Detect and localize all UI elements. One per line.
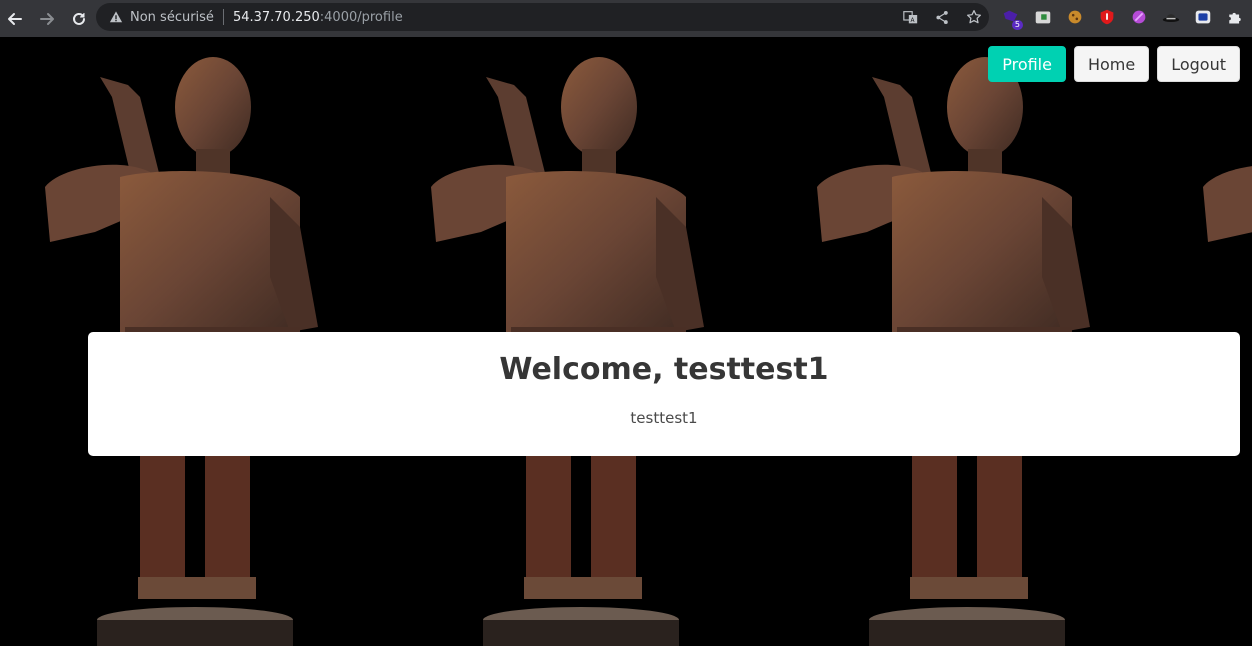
browser-toolbar: Non sécurisé 54.37.70.250:4000/profile A…	[0, 0, 1252, 37]
url-host[interactable]: 54.37.70.250	[233, 10, 320, 25]
cookie-extension-icon[interactable]	[1064, 6, 1086, 28]
welcome-title: Welcome, testtest1	[499, 352, 829, 387]
bookmark-star-icon[interactable]	[965, 8, 983, 26]
profile-button[interactable]: Profile	[988, 46, 1066, 82]
forward-icon[interactable]	[33, 5, 61, 33]
username-text: testtest1	[630, 409, 698, 427]
url-path[interactable]: :4000/profile	[320, 10, 403, 25]
address-bar[interactable]: Non sécurisé 54.37.70.250:4000/profile A	[96, 3, 989, 31]
puzzle-extensions-icon[interactable]	[1224, 6, 1246, 28]
logout-button[interactable]: Logout	[1157, 46, 1240, 82]
extension-green-icon[interactable]	[1032, 6, 1054, 28]
svg-text:A: A	[910, 18, 914, 24]
page-body: Profile Home Logout Welcome, testtest1 t…	[0, 37, 1252, 646]
pink-extension-icon[interactable]	[1128, 6, 1150, 28]
top-navigation: Profile Home Logout	[988, 46, 1240, 82]
back-icon[interactable]	[1, 5, 29, 33]
extension-badge: 5	[1011, 20, 1023, 30]
home-button[interactable]: Home	[1073, 46, 1150, 82]
extension-purple-icon[interactable]: 5	[1000, 6, 1023, 30]
security-label[interactable]: Non sécurisé	[130, 10, 214, 25]
warning-icon[interactable]	[108, 9, 124, 25]
translate-icon[interactable]: A	[901, 8, 919, 26]
hat-extension-icon[interactable]	[1160, 6, 1182, 28]
screen-extension-icon[interactable]	[1192, 6, 1214, 28]
red-shield-extension-icon[interactable]	[1096, 6, 1118, 28]
share-icon[interactable]	[933, 8, 951, 26]
divider	[222, 9, 224, 25]
welcome-card: Welcome, testtest1 testtest1	[88, 332, 1240, 456]
reload-icon[interactable]	[65, 5, 93, 33]
